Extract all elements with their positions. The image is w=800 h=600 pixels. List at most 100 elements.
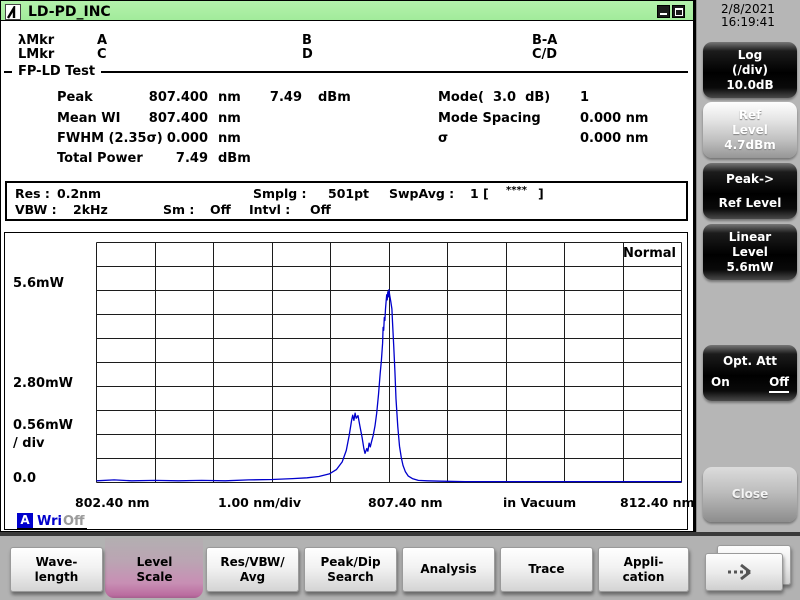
maximize-icon	[675, 8, 683, 16]
peak-wavelength-value: 807.400	[148, 90, 208, 105]
menu-level-scale-button[interactable]: Level Scale	[108, 547, 201, 592]
mode-spacing-value: 0.000 nm	[580, 111, 649, 126]
minimize-button[interactable]	[657, 5, 670, 18]
marker-a-label: A	[97, 33, 108, 48]
ref-level-line2: Level	[732, 122, 768, 137]
log-button-value: 10.0dB	[726, 77, 774, 92]
sweep-avg-stars: ****	[506, 185, 527, 196]
total-power-value: 7.49	[175, 151, 208, 166]
next-page-arrow-icon	[728, 563, 751, 581]
marker-d-label: D	[302, 47, 313, 62]
marker-ba-label: B-A	[532, 33, 558, 48]
measurement-row: Peak 807.400 nm 7.49 dBm Mode( 3.0 dB) 1	[0, 90, 696, 106]
interval-label: Intvl :	[249, 202, 291, 217]
level-marker-label: LMkr	[18, 47, 55, 62]
ref-level-line1: Ref	[738, 107, 762, 122]
level-scale-line1: Level	[136, 554, 173, 569]
close-button-label: Close	[731, 487, 769, 501]
trace-state: Off	[63, 514, 85, 529]
trace-write-mode: Wri	[37, 514, 62, 529]
trace-status-underline	[17, 528, 87, 530]
menu-res-vbw-avg-button[interactable]: Res/VBW/ Avg	[206, 547, 299, 592]
trace-a-badge: A	[17, 513, 33, 528]
menu-trace-button[interactable]: Trace	[500, 547, 593, 592]
wavelength-line1: Wave-	[35, 554, 78, 569]
group-rule	[4, 71, 688, 73]
measurement-row: Mean WI 807.400 nm Mode Spacing 0.000 nm	[0, 111, 696, 127]
mode-count-label: Mode( 3.0 dB)	[438, 90, 551, 105]
linear-level-button[interactable]: Linear Level 5.6mW	[703, 224, 797, 280]
marker-b-label: B	[302, 33, 312, 48]
vbw-value: 2kHz	[73, 202, 108, 217]
anritsu-logo-icon	[5, 3, 21, 20]
res-value: 0.2nm	[57, 186, 102, 201]
res-vbw-line1: Res/VBW/	[220, 554, 285, 569]
x-axis-medium-label: in Vacuum	[503, 495, 577, 510]
peak-label: Peak	[57, 90, 93, 105]
sigma-label: σ	[438, 131, 449, 146]
sweep-avg-bracket: ]	[538, 186, 544, 201]
x-axis-center-label: 807.40 nm	[368, 495, 443, 510]
log-button-line2: (/div)	[732, 62, 768, 77]
interval-value: Off	[310, 202, 331, 217]
title-bar: LD-PD_INC	[1, 1, 693, 21]
mean-wl-value: 807.400	[148, 111, 208, 126]
y-axis-mid-label: 2.80mW	[13, 376, 73, 391]
ref-level-button[interactable]: Ref Level 4.7dBm	[703, 102, 797, 158]
more-button-front-sheet	[705, 553, 783, 591]
measurement-row: FWHM (2.35σ) 0.000 nm σ 0.000 nm	[0, 131, 696, 147]
menu-application-button[interactable]: Appli- cation	[598, 547, 689, 592]
mean-wl-label: Mean WI	[57, 111, 121, 126]
menu-peak-dip-search-button[interactable]: Peak/Dip Search	[304, 547, 397, 592]
y-axis-max-label: 5.6mW	[13, 276, 64, 291]
sigma-value: 0.000 nm	[580, 131, 649, 146]
trace-label: Trace	[528, 562, 565, 576]
menu-more-button[interactable]	[705, 545, 791, 592]
peak-dip-line2: Search	[327, 569, 374, 584]
vbw-label: VBW :	[15, 202, 57, 217]
sampling-value: 501pt	[328, 186, 370, 201]
close-button[interactable]: Close	[703, 467, 797, 522]
main-window: LD-PD_INC λMkr A B B-A LMkr C D C/D FP-L…	[0, 0, 696, 532]
peak-to-ref-level-button[interactable]: Peak-> Ref Level	[703, 163, 797, 219]
smoothing-label: Sm :	[163, 202, 195, 217]
opt-att-off-option[interactable]: Off	[769, 375, 789, 393]
scale-mode-label: Normal	[623, 246, 676, 261]
opt-att-options: On Off	[711, 375, 789, 393]
opt-att-label: Opt. Att	[722, 353, 778, 368]
log-per-div-button[interactable]: Log (/div) 10.0dB	[703, 42, 797, 98]
res-vbw-line2: Avg	[239, 569, 266, 584]
fwhm-value: 0.000	[166, 131, 208, 146]
application-line2: cation	[622, 569, 665, 584]
measurement-row: Total Power 7.49 dBm	[0, 151, 696, 167]
smoothing-value: Off	[210, 202, 231, 217]
analysis-label: Analysis	[420, 562, 477, 576]
linear-level-value: 5.6mW	[726, 259, 774, 274]
peak-dip-line1: Peak/Dip	[320, 554, 381, 569]
opt-att-button[interactable]: Opt. Att On Off	[703, 345, 797, 401]
x-axis-div-label: 1.00 nm/div	[218, 495, 302, 510]
mode-spacing-label: Mode Spacing	[438, 111, 541, 126]
opt-att-on-option[interactable]: On	[711, 375, 730, 393]
x-axis-end-label: 812.40 nm	[620, 495, 695, 510]
x-axis-start-label: 802.40 nm	[75, 495, 150, 510]
y-axis-div-value: 0.56mW	[13, 418, 73, 433]
sweep-avg-value: 1 [	[470, 186, 489, 201]
y-axis-zero-label: 0.0	[13, 471, 37, 486]
menu-wavelength-button[interactable]: Wave- length	[10, 547, 103, 592]
peak-ref-line2: Ref Level	[718, 196, 782, 210]
mode-count-value: 1	[580, 90, 590, 105]
menu-analysis-button[interactable]: Analysis	[402, 547, 495, 592]
total-power-unit: dBm	[218, 151, 251, 166]
mean-wl-unit: nm	[218, 111, 241, 126]
clock: 2/8/2021 16:19:41	[700, 3, 796, 29]
analysis-group-title: FP-LD Test	[12, 64, 102, 79]
level-scale-line2: Scale	[136, 569, 173, 584]
maximize-button[interactable]	[672, 5, 685, 18]
y-axis-div-label: / div	[13, 436, 45, 451]
ref-level-value: 4.7dBm	[724, 137, 776, 152]
sampling-label: Smplg :	[253, 186, 307, 201]
linear-level-line2: Level	[732, 244, 768, 259]
fwhm-unit: nm	[218, 131, 241, 146]
linear-level-line1: Linear	[728, 229, 772, 244]
